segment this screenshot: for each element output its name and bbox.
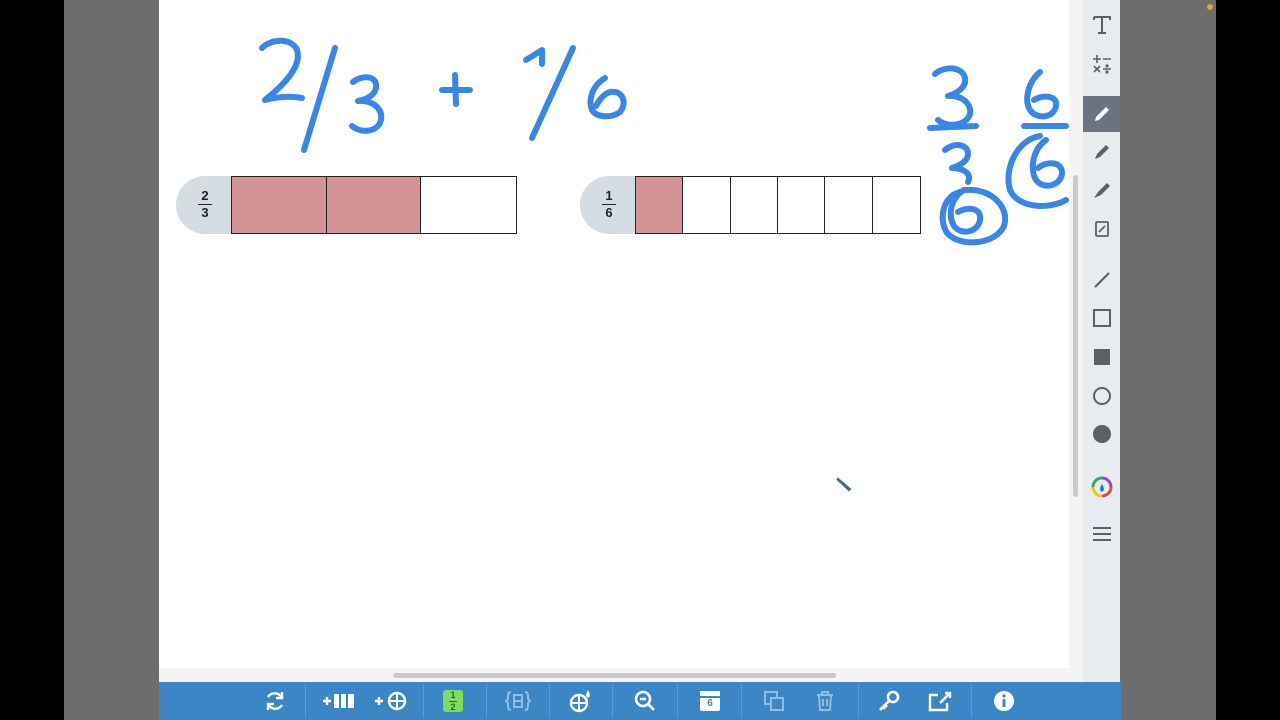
share-icon[interactable] <box>924 682 956 720</box>
fraction-bar-two-thirds[interactable]: 2 3 <box>176 176 517 234</box>
fraction-bar-part-shaded[interactable] <box>636 177 684 233</box>
fraction-bar-part[interactable] <box>873 177 920 233</box>
trash-icon[interactable] <box>810 682 840 720</box>
line-icon[interactable] <box>1083 262 1120 298</box>
add-bar-icon[interactable] <box>320 682 358 720</box>
rectangle-outline-icon[interactable] <box>1083 300 1120 336</box>
duplicate-icon[interactable] <box>759 682 789 720</box>
fraction-icon-denominator: 2 <box>450 701 456 712</box>
status-indicator <box>1207 4 1213 10</box>
fraction-numerator: 1 <box>605 188 613 203</box>
color-picker-icon[interactable] <box>1083 469 1120 505</box>
fraction-bar-part-shaded[interactable] <box>326 177 422 233</box>
math-symbols-icon[interactable] <box>1083 46 1120 82</box>
info-icon[interactable] <box>989 682 1019 720</box>
fraction-bar-part[interactable] <box>421 177 516 233</box>
menu-icon[interactable] <box>1083 516 1120 552</box>
fraction-label-icon[interactable]: 1 2 <box>440 682 466 720</box>
pen-icon[interactable] <box>1083 96 1120 132</box>
rectangle-filled-icon[interactable] <box>1083 339 1120 375</box>
shape-color-icon[interactable] <box>566 682 596 720</box>
right-gray-margin <box>1120 0 1216 720</box>
calendar-icon[interactable]: 6 <box>695 682 725 720</box>
fraction-icon-numerator: 1 <box>450 689 456 700</box>
key-icon[interactable] <box>874 682 904 720</box>
braces-icon[interactable] <box>503 682 533 720</box>
text-icon[interactable] <box>1083 7 1120 43</box>
fraction-bar-cells[interactable] <box>635 176 921 234</box>
fraction-bar-part[interactable] <box>778 177 826 233</box>
left-gray-margin <box>64 0 160 720</box>
add-grid-icon[interactable] <box>372 682 410 720</box>
fraction-bar-part-shaded[interactable] <box>232 177 327 233</box>
fraction-denominator: 3 <box>201 205 209 220</box>
reset-icon[interactable] <box>258 682 292 720</box>
highlighter-icon[interactable] <box>1083 172 1120 208</box>
drawing-canvas[interactable] <box>159 0 1069 682</box>
eraser-icon[interactable] <box>1083 211 1120 247</box>
fraction-bar-part[interactable] <box>731 177 778 233</box>
circle-filled-icon[interactable] <box>1083 416 1120 452</box>
calendar-icon-number: 6 <box>707 698 713 709</box>
pen-cursor-icon <box>832 473 854 500</box>
zoom-out-icon[interactable] <box>630 682 660 720</box>
fraction-bar-one-sixth[interactable]: 1 6 <box>580 176 921 234</box>
fraction-denominator: 6 <box>605 205 613 220</box>
marker-icon[interactable] <box>1083 134 1120 170</box>
fraction-numerator: 2 <box>201 188 209 203</box>
fraction-bar-part[interactable] <box>683 177 731 233</box>
fraction-bar-cells[interactable] <box>231 176 517 234</box>
circle-outline-icon[interactable] <box>1083 378 1120 414</box>
fraction-bar-part[interactable] <box>825 177 873 233</box>
horizontal-scrollbar-thumb[interactable] <box>393 673 836 678</box>
vertical-scrollbar-thumb[interactable] <box>1073 175 1078 497</box>
